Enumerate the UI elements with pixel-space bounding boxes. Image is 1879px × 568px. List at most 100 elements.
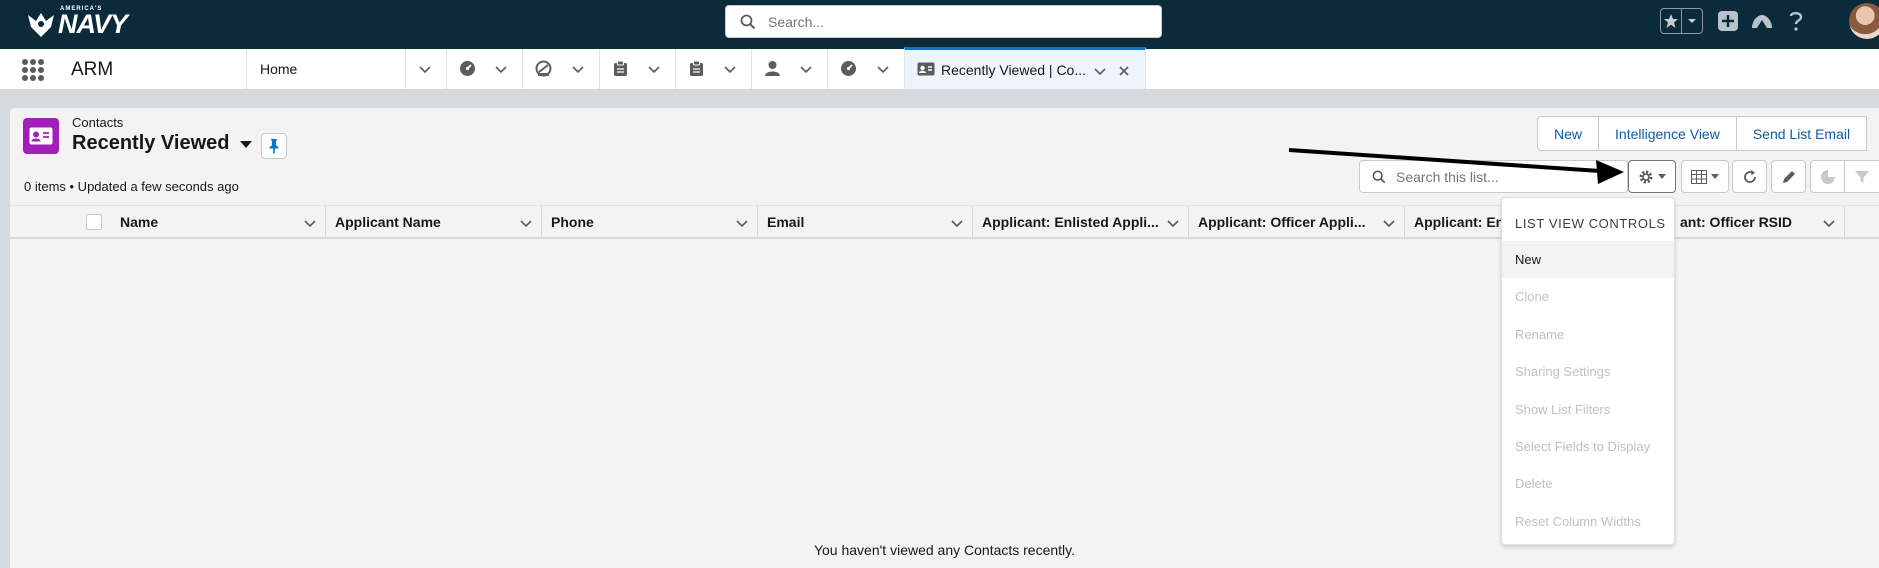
column-header-officer-application[interactable]: Applicant: Officer Appli... — [1189, 206, 1405, 238]
column-header-applicant-name[interactable]: Applicant Name — [326, 206, 542, 238]
select-all-checkbox[interactable] — [86, 214, 102, 230]
chevron-down-icon[interactable] — [950, 216, 964, 230]
clipboard-icon — [690, 60, 703, 76]
column-header-label: Name — [120, 214, 159, 230]
dashboard-icon — [460, 61, 475, 76]
column-header-enlisted-application[interactable]: Applicant: Enlisted Appli... — [973, 206, 1189, 238]
dashboard-icon — [841, 61, 856, 76]
app-name: ARM — [71, 59, 114, 80]
user-icon — [765, 61, 780, 76]
menu-title: LIST VIEW CONTROLS — [1515, 216, 1666, 231]
column-header-phone[interactable]: Phone — [542, 206, 758, 238]
opportunity-icon — [535, 60, 552, 77]
global-search-input[interactable] — [766, 12, 1161, 31]
menu-item-clone: Clone — [1515, 289, 1549, 304]
chevron-down-icon[interactable] — [303, 216, 317, 230]
list-actions-button-group: New Intelligence View Send List Email — [1537, 116, 1868, 151]
logo-subtitle: AMERICA'S — [60, 6, 103, 12]
nav-tab-tasks[interactable] — [599, 49, 675, 89]
column-header-email[interactable]: Email — [758, 206, 973, 238]
help-icon[interactable] — [1779, 8, 1813, 34]
column-header-label: Applicant Name — [335, 214, 441, 230]
list-search-box[interactable] — [1359, 160, 1628, 193]
chevron-down-icon[interactable] — [571, 62, 585, 76]
new-button[interactable]: New — [1537, 116, 1600, 151]
nav-tab-reports[interactable] — [827, 49, 904, 89]
caret-down-icon — [1658, 173, 1666, 179]
favorites-dropdown-icon[interactable] — [1681, 9, 1702, 33]
chevron-down-icon[interactable] — [519, 216, 533, 230]
pin-icon — [269, 139, 279, 154]
navy-logo[interactable]: AMERICA'S NAVY — [24, 5, 128, 43]
menu-item-select-fields: Select Fields to Display — [1515, 439, 1651, 454]
send-list-email-button[interactable]: Send List Email — [1735, 116, 1868, 151]
caret-down-icon[interactable] — [239, 139, 253, 149]
chevron-down-icon[interactable] — [1382, 216, 1396, 230]
menu-item-rename: Rename — [1515, 327, 1565, 342]
chevron-down-icon[interactable] — [418, 62, 432, 76]
refresh-icon — [1743, 169, 1756, 183]
trailhead-icon[interactable] — [1745, 8, 1779, 34]
column-header-label: ant: Officer RSID — [1680, 214, 1793, 230]
column-header-label: Email — [767, 214, 805, 230]
app-launcher-icon[interactable] — [22, 59, 44, 81]
eagle-emblem-icon — [28, 13, 54, 37]
app-navigation-bar: ARM Home Recently Viewed | Co... — [0, 47, 1879, 90]
chevron-down-icon[interactable] — [1166, 216, 1180, 230]
chevron-down-icon[interactable] — [723, 62, 737, 76]
display-as-button[interactable] — [1681, 160, 1729, 193]
nav-tab-recently-viewed-contacts[interactable]: Recently Viewed | Co... — [904, 47, 1146, 89]
column-header-name[interactable]: Name — [111, 206, 326, 238]
column-header-label: Applicant: Officer Appli... — [1198, 214, 1366, 230]
search-icon — [1372, 170, 1386, 183]
clipboard-icon — [614, 60, 627, 76]
nav-tab-people[interactable] — [751, 49, 827, 89]
intelligence-view-button[interactable]: Intelligence View — [1598, 116, 1737, 151]
contact-card-icon — [29, 127, 53, 145]
object-label: Contacts — [72, 115, 124, 130]
search-icon — [740, 14, 756, 29]
favorites-star-icon[interactable] — [1661, 9, 1681, 33]
user-avatar[interactable] — [1849, 3, 1879, 39]
caret-down-icon — [1711, 173, 1719, 179]
refresh-button[interactable] — [1732, 160, 1767, 193]
list-view-picker[interactable]: Recently Viewed — [72, 132, 253, 155]
logo-wordmark: NAVY — [58, 8, 128, 39]
global-search-box[interactable] — [725, 5, 1162, 38]
pencil-icon — [1782, 170, 1795, 183]
chevron-down-icon[interactable] — [735, 216, 749, 230]
nav-tab-home[interactable]: Home — [246, 49, 405, 89]
nav-tab-dashboards[interactable] — [446, 49, 522, 89]
list-view-controls-button[interactable] — [1628, 160, 1676, 193]
chevron-down-icon[interactable] — [647, 62, 661, 76]
gear-icon — [1639, 170, 1653, 183]
global-actions-icon[interactable] — [1711, 8, 1745, 34]
chevron-down-icon[interactable] — [799, 62, 813, 76]
column-header-label: Phone — [551, 214, 594, 230]
chevron-down-icon[interactable] — [876, 62, 890, 76]
chevron-down-icon[interactable] — [1822, 216, 1836, 230]
chevron-down-icon[interactable] — [1093, 64, 1107, 78]
menu-item-sharing-settings: Sharing Settings — [1515, 364, 1611, 379]
table-icon — [1691, 169, 1707, 184]
nav-tab-records[interactable] — [675, 49, 751, 89]
contacts-object-icon — [23, 118, 59, 154]
pin-list-view-button[interactable] — [261, 133, 287, 159]
inline-edit-button[interactable] — [1771, 160, 1806, 193]
favorites-button-group[interactable] — [1660, 8, 1703, 34]
nav-tab-dropdown[interactable] — [405, 49, 446, 89]
chevron-down-icon[interactable] — [494, 62, 508, 76]
list-view-name: Recently Viewed — [72, 132, 230, 154]
list-search-input[interactable] — [1394, 167, 1627, 186]
close-icon[interactable] — [1117, 64, 1131, 78]
list-view-controls-menu: LIST VIEW CONTROLS New Clone Rename Shar… — [1501, 197, 1675, 545]
menu-item-new[interactable]: New — [1502, 241, 1674, 278]
nav-tab-opportunities[interactable] — [522, 49, 599, 89]
charts-button[interactable] — [1810, 160, 1845, 193]
column-header-label: Applicant: En — [1414, 214, 1505, 230]
column-header-label: Applicant: Enlisted Appli... — [982, 214, 1159, 230]
filter-button[interactable] — [1844, 160, 1879, 193]
filter-icon — [1855, 170, 1869, 183]
contact-card-icon — [917, 62, 935, 76]
menu-item-show-list-filters: Show List Filters — [1515, 402, 1611, 417]
